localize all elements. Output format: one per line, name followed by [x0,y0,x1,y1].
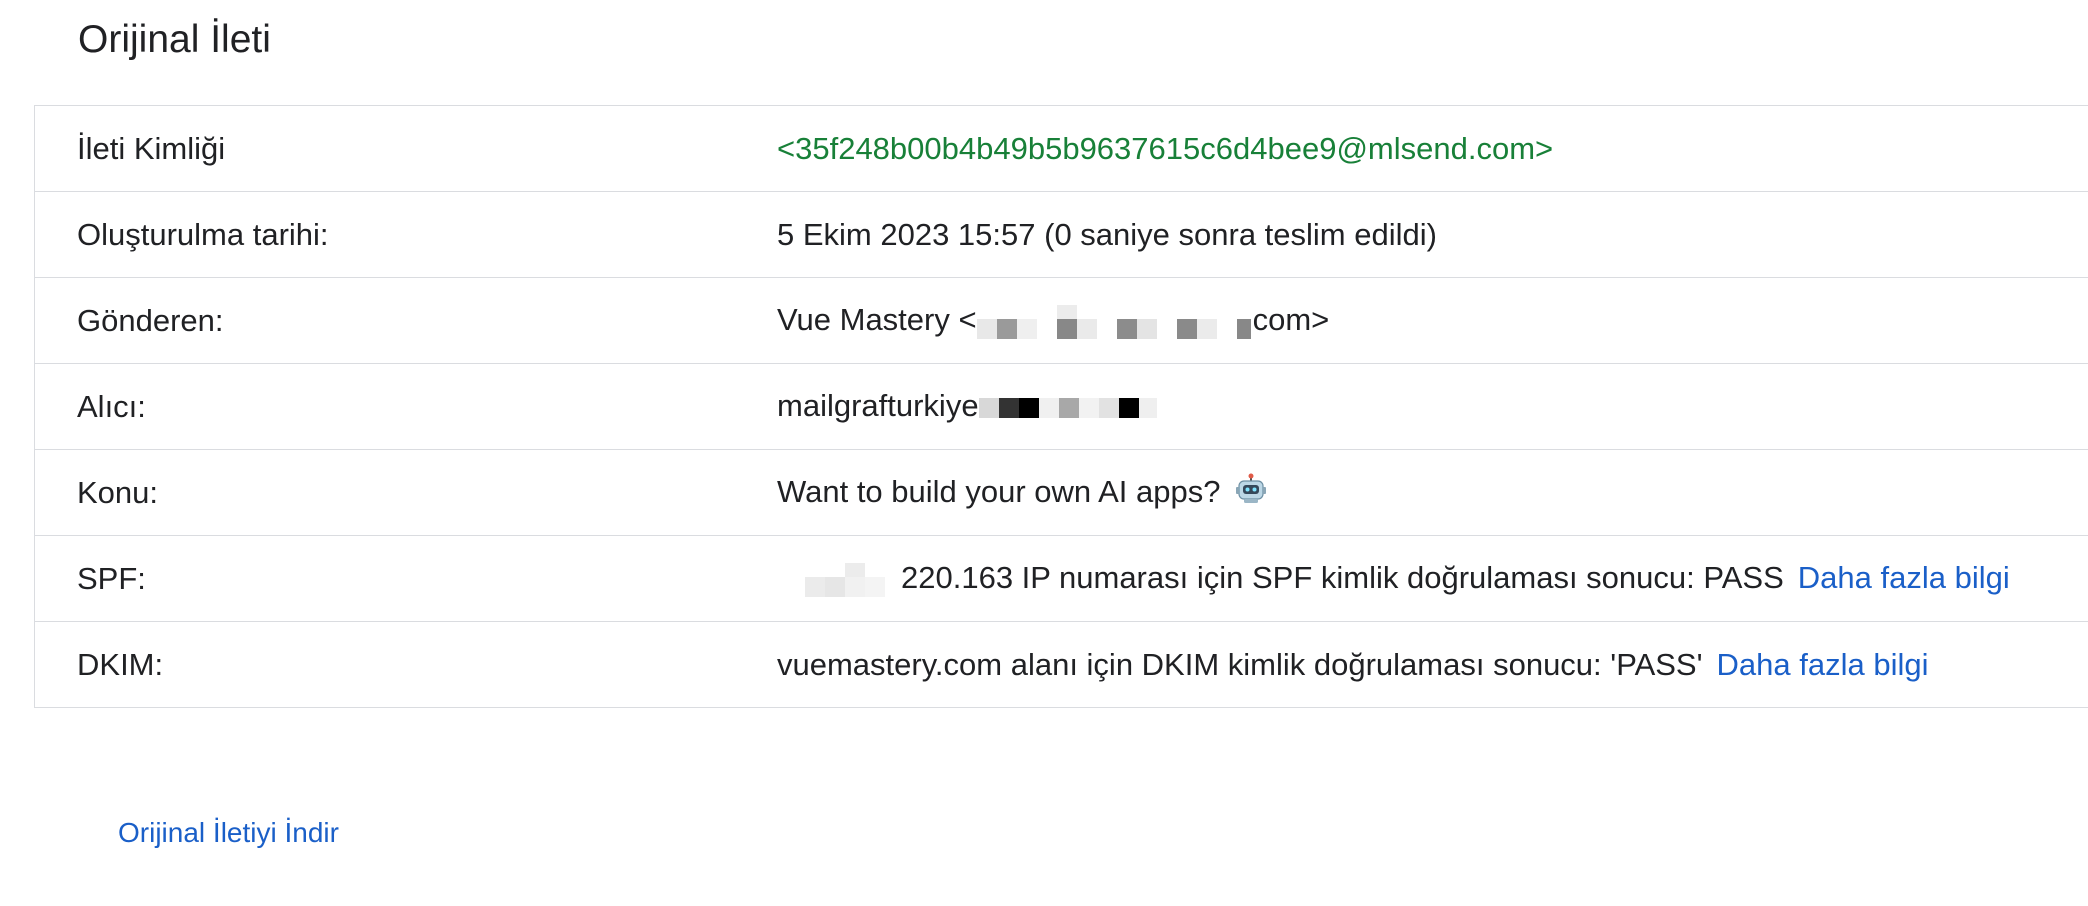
subject-value[interactable]: Want to build your own AI apps? [777,450,2088,536]
dkim-result-text: vuemastery.com alanı için DKIM kimlik do… [777,646,1703,682]
spf-value[interactable]: 220.163 IP numarası için SPF kimlik doğr… [777,536,2088,622]
redacted-recipient-mosaic [978,391,1157,425]
created-value[interactable]: 5 Ekim 2023 15:57 (0 saniye sonra teslim… [777,192,2088,278]
message-id-value[interactable]: <35f248b00b4b49b5b9637615c6d4bee9@mlsend… [777,106,2088,192]
from-value-prefix: Vue Mastery < [777,302,977,338]
dkim-value[interactable]: vuemastery.com alanı için DKIM kimlik do… [777,622,2088,708]
dkim-more-info-link[interactable]: Daha fazla bilgi [1717,647,1929,682]
robot-emoji-icon [1235,473,1267,513]
table-row-message-id: İleti Kimliği <35f248b00b4b49b5b9637615c… [34,106,2088,192]
table-row-spf: SPF: 220.163 IP numarası için SPF kimlik… [34,536,2088,622]
from-value-suffix: com> [1252,302,1330,338]
dkim-label: DKIM: [77,646,164,682]
table-row-to: Alıcı: mailgrafturkiye [34,364,2088,450]
spf-label: SPF: [77,560,146,596]
spf-more-info-link[interactable]: Daha fazla bilgi [1798,560,2010,595]
subject-label: Konu: [77,474,159,510]
message-id-label: İleti Kimliği [77,130,226,166]
spf-result-text: 220.163 IP numarası için SPF kimlik doğr… [901,560,1784,596]
redacted-email-mosaic [976,304,1253,339]
redacted-ip-mosaic [777,562,901,597]
to-label: Alıcı: [77,388,146,424]
subject-text: Want to build your own AI apps? [777,473,1221,509]
from-value[interactable]: Vue Mastery < com> [777,278,2088,364]
to-value-prefix: mailgrafturkiye [777,388,979,424]
table-row-from: Gönderen: Vue Mastery < com> [34,278,2088,364]
table-row-dkim: DKIM: vuemastery.com alanı için DKIM kim… [35,622,2088,708]
to-value[interactable]: mailgrafturkiye [777,364,2088,450]
original-message-headers-table: İleti Kimliği <35f248b00b4b49b5b9637615c… [34,105,2088,708]
download-original-message-link[interactable]: Orijinal İletiyi İndir [118,817,339,849]
table-row-created: Oluşturulma tarihi: 5 Ekim 2023 15:57 (0… [34,192,2088,278]
table-row-subject: Konu: Want to build your own AI apps? [34,450,2088,536]
page-title: Orijinal İleti [78,18,271,61]
from-label: Gönderen: [77,302,224,338]
created-label: Oluşturulma tarihi: [77,216,329,252]
